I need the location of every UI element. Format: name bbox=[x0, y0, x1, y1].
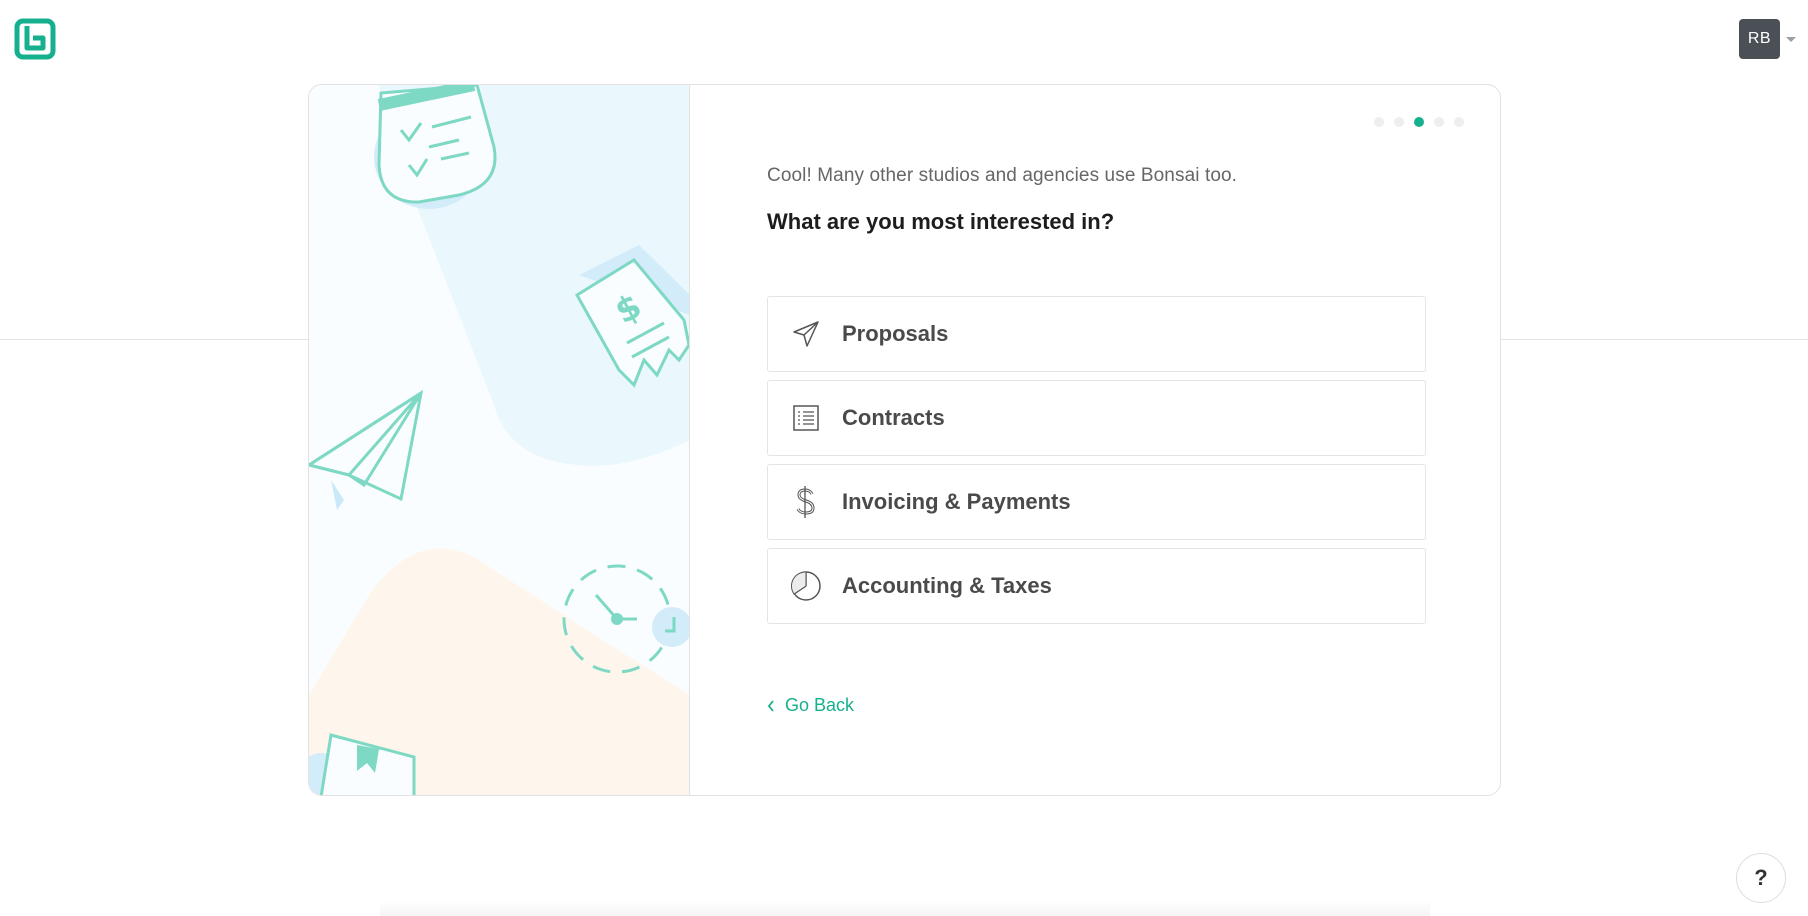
onboarding-card: $ Cool! Many other studios and agencies … bbox=[308, 84, 1501, 796]
option-accounting-taxes[interactable]: Accounting & Taxes bbox=[767, 548, 1426, 624]
page-title: What are you most interested in? bbox=[767, 209, 1115, 234]
paper-plane-icon bbox=[790, 318, 822, 350]
option-label: Proposals bbox=[842, 321, 949, 346]
step-dot bbox=[1434, 117, 1444, 127]
pie-chart-icon bbox=[790, 570, 822, 602]
step-indicator bbox=[1374, 117, 1464, 127]
logo-icon bbox=[14, 18, 56, 60]
onboarding-content: Cool! Many other studios and agencies us… bbox=[690, 85, 1500, 795]
bonsai-logo[interactable] bbox=[14, 18, 56, 60]
chevron-left-icon bbox=[767, 699, 774, 712]
option-contracts[interactable]: Contracts bbox=[767, 380, 1426, 456]
step-dot bbox=[1454, 117, 1464, 127]
interest-options: Proposals Contracts Invoicing & Payments… bbox=[767, 296, 1426, 632]
illustration-panel: $ bbox=[309, 85, 690, 795]
user-menu[interactable]: RB bbox=[1739, 19, 1796, 59]
step-dot bbox=[1374, 117, 1384, 127]
go-back-button[interactable]: Go Back bbox=[767, 695, 854, 716]
step-dot-active bbox=[1414, 117, 1424, 127]
option-invoicing-payments[interactable]: Invoicing & Payments bbox=[767, 464, 1426, 540]
go-back-label: Go Back bbox=[785, 695, 855, 715]
intro-text: Cool! Many other studios and agencies us… bbox=[767, 165, 1238, 186]
help-button[interactable]: ? bbox=[1736, 853, 1786, 903]
option-proposals[interactable]: Proposals bbox=[767, 296, 1426, 372]
step-dot bbox=[1394, 117, 1404, 127]
option-label: Invoicing & Payments bbox=[842, 489, 1071, 514]
dollar-icon bbox=[790, 486, 822, 518]
option-label: Accounting & Taxes bbox=[842, 573, 1052, 598]
avatar[interactable]: RB bbox=[1739, 19, 1780, 59]
onboarding-illustration: $ bbox=[309, 85, 689, 795]
option-label: Contracts bbox=[842, 405, 945, 430]
list-document-icon bbox=[790, 402, 822, 434]
chevron-down-icon bbox=[1786, 36, 1796, 42]
bottom-shadow bbox=[380, 900, 1430, 916]
